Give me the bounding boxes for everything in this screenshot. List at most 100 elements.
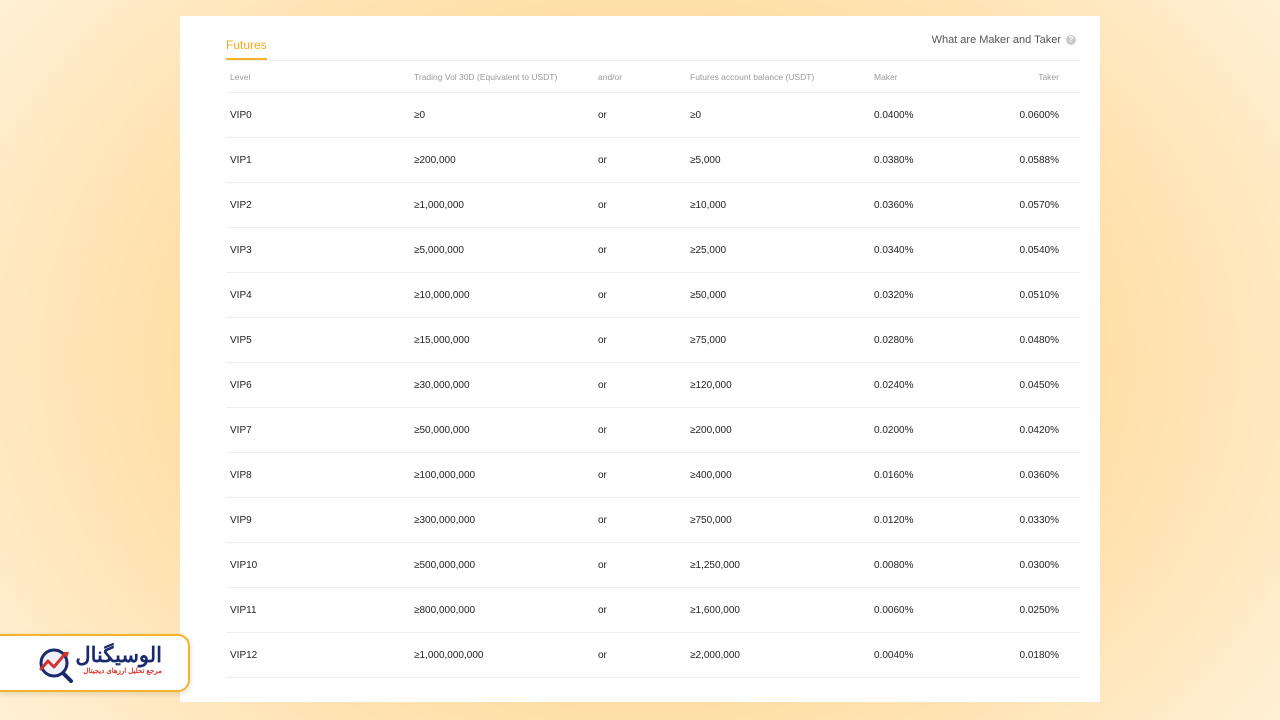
cell-andor: or [594, 497, 686, 543]
cell-taker: 0.0588% [962, 137, 1080, 183]
cell-andor: or [594, 452, 686, 498]
cell-volume: ≥1,000,000,000 [410, 632, 594, 678]
cell-balance: ≥5,000 [686, 137, 870, 183]
cell-volume: ≥200,000 [410, 137, 594, 183]
cell-taker: 0.0450% [962, 362, 1080, 408]
cell-level: VIP8 [226, 452, 410, 498]
cell-volume: ≥1,000,000 [410, 182, 594, 228]
cell-taker: 0.0600% [962, 92, 1080, 138]
column-header-balance: Futures account balance (USDT) [686, 61, 870, 93]
cell-level: VIP1 [226, 137, 410, 183]
table-row: VIP11 ≥800,000,000 or ≥1,600,000 0.0060% 0.02… [226, 587, 1080, 633]
table-row: VIP10 ≥500,000,000 or ≥1,250,000 0.0080% 0.03… [226, 542, 1080, 588]
cell-maker: 0.0060% [870, 587, 962, 633]
cell-volume: ≥300,000,000 [410, 497, 594, 543]
cell-volume: ≥500,000,000 [410, 542, 594, 588]
cell-volume: ≥0 [410, 92, 594, 138]
table-row: VIP12 ≥1,000,000,000 or ≥2,000,000 0.0040% 0.… [226, 632, 1080, 678]
cell-taker: 0.0510% [962, 272, 1080, 318]
cell-andor: or [594, 227, 686, 273]
cell-maker: 0.0320% [870, 272, 962, 318]
cell-level: VIP6 [226, 362, 410, 408]
column-header-taker: Taker [962, 61, 1080, 93]
cell-maker: 0.0280% [870, 317, 962, 363]
cell-taker: 0.0480% [962, 317, 1080, 363]
cell-level: VIP5 [226, 317, 410, 363]
cell-volume: ≥50,000,000 [410, 407, 594, 453]
brand-name: الوسیگنال [75, 644, 162, 667]
help-link-label: What are Maker and Taker [931, 34, 1061, 46]
cell-volume: ≥5,000,000 [410, 227, 594, 273]
cell-level: VIP12 [226, 632, 410, 678]
cell-maker: 0.0340% [870, 227, 962, 273]
fee-table-panel: Futures What are Maker and Taker ? Level… [180, 16, 1100, 702]
table-row: VIP4 ≥10,000,000 or ≥50,000 0.0320% 0.0510% [226, 272, 1080, 318]
table-row: VIP5 ≥15,000,000 or ≥75,000 0.0280% 0.0480% [226, 317, 1080, 363]
column-header-maker: Maker [870, 61, 962, 93]
cell-maker: 0.0200% [870, 407, 962, 453]
table-row: VIP1 ≥200,000 or ≥5,000 0.0380% 0.0588% [226, 137, 1080, 183]
column-header-volume: Trading Vol 30D (Equivalent to USDT) [410, 61, 594, 93]
cell-balance: ≥200,000 [686, 407, 870, 453]
cell-maker: 0.0360% [870, 182, 962, 228]
cell-taker: 0.0360% [962, 452, 1080, 498]
cell-andor: or [594, 137, 686, 183]
table-header-row: Level Trading Vol 30D (Equivalent to USD… [226, 61, 1080, 93]
cell-andor: or [594, 182, 686, 228]
table-row: VIP0 ≥0 or ≥0 0.0400% 0.0600% [226, 92, 1080, 138]
table-row: VIP9 ≥300,000,000 or ≥750,000 0.0120% 0.0330% [226, 497, 1080, 543]
vip-fee-table: Level Trading Vol 30D (Equivalent to USD… [226, 61, 1080, 678]
maker-taker-help-link[interactable]: What are Maker and Taker ? [932, 34, 1076, 46]
cell-maker: 0.0380% [870, 137, 962, 183]
cell-andor: or [594, 407, 686, 453]
cell-andor: or [594, 542, 686, 588]
cell-taker: 0.0330% [962, 497, 1080, 543]
cell-volume: ≥10,000,000 [410, 272, 594, 318]
cell-balance: ≥10,000 [686, 182, 870, 228]
cell-andor: or [594, 92, 686, 138]
cell-andor: or [594, 632, 686, 678]
cell-balance: ≥750,000 [686, 497, 870, 543]
cell-volume: ≥100,000,000 [410, 452, 594, 498]
cell-andor: or [594, 272, 686, 318]
cell-maker: 0.0120% [870, 497, 962, 543]
cell-level: VIP10 [226, 542, 410, 588]
cell-level: VIP4 [226, 272, 410, 318]
cell-balance: ≥0 [686, 92, 870, 138]
cell-volume: ≥15,000,000 [410, 317, 594, 363]
cell-taker: 0.0570% [962, 182, 1080, 228]
cell-balance: ≥75,000 [686, 317, 870, 363]
cell-taker: 0.0540% [962, 227, 1080, 273]
cell-balance: ≥1,600,000 [686, 587, 870, 633]
cell-andor: or [594, 587, 686, 633]
cell-andor: or [594, 362, 686, 408]
cell-maker: 0.0240% [870, 362, 962, 408]
cell-taker: 0.0420% [962, 407, 1080, 453]
cell-level: VIP0 [226, 92, 410, 138]
cell-maker: 0.0160% [870, 452, 962, 498]
question-circle-icon[interactable]: ? [1066, 35, 1076, 45]
cell-balance: ≥2,000,000 [686, 632, 870, 678]
cell-volume: ≥30,000,000 [410, 362, 594, 408]
tab-futures[interactable]: Futures [226, 38, 267, 60]
cell-balance: ≥50,000 [686, 272, 870, 318]
table-row: VIP7 ≥50,000,000 or ≥200,000 0.0200% 0.0420% [226, 407, 1080, 453]
cell-maker: 0.0080% [870, 542, 962, 588]
cell-level: VIP11 [226, 587, 410, 633]
column-header-andor: and/or [594, 61, 686, 93]
table-row: VIP6 ≥30,000,000 or ≥120,000 0.0240% 0.0450% [226, 362, 1080, 408]
cell-level: VIP3 [226, 227, 410, 273]
cell-volume: ≥800,000,000 [410, 587, 594, 633]
cell-balance: ≥400,000 [686, 452, 870, 498]
cell-andor: or [594, 317, 686, 363]
cell-maker: 0.0040% [870, 632, 962, 678]
cell-taker: 0.0250% [962, 587, 1080, 633]
brand-tagline: مرجع تحلیل ارزهای دیجیتال [83, 668, 162, 675]
magnifier-chart-icon [39, 648, 73, 683]
cell-balance: ≥120,000 [686, 362, 870, 408]
cell-level: VIP9 [226, 497, 410, 543]
cell-taker: 0.0180% [962, 632, 1080, 678]
table-row: VIP3 ≥5,000,000 or ≥25,000 0.0340% 0.0540% [226, 227, 1080, 273]
cell-balance: ≥1,250,000 [686, 542, 870, 588]
table-row: VIP2 ≥1,000,000 or ≥10,000 0.0360% 0.0570% [226, 182, 1080, 228]
